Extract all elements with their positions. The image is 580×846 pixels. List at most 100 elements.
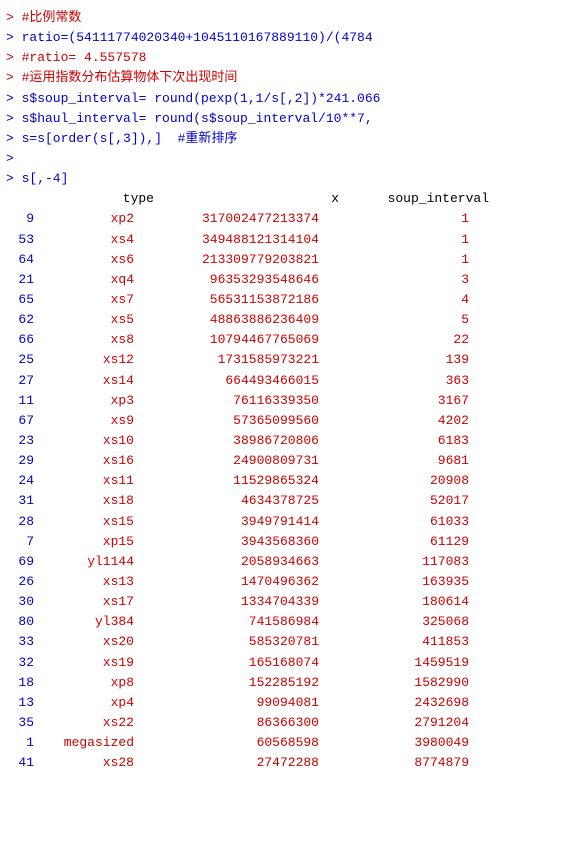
cell-x: 165168074	[134, 653, 319, 673]
cell-x: 56531153872186	[134, 290, 319, 310]
table-row: 69 yl1144 2058934663 117083	[6, 552, 574, 572]
cell-soup: 180614	[319, 592, 469, 612]
cell-soup: 2432698	[319, 693, 469, 713]
cell-type: xs5	[34, 310, 134, 330]
cell-x: 664493466015	[134, 371, 319, 391]
cell-rownum: 28	[6, 512, 34, 532]
cell-type: xq4	[34, 270, 134, 290]
cell-x: 11529865324	[134, 471, 319, 491]
cell-type: xs8	[34, 330, 134, 350]
cell-type: xs20	[34, 632, 134, 652]
cell-rownum: 21	[6, 270, 34, 290]
line-9: > s[,-4]	[6, 169, 574, 189]
cell-soup: 6183	[319, 431, 469, 451]
header-x: x	[154, 189, 339, 209]
cell-x: 213309779203821	[134, 250, 319, 270]
table-row: 7 xp15 3943568360 61129	[6, 532, 574, 552]
cell-x: 1334704339	[134, 592, 319, 612]
table-row: 32 xs19 165168074 1459519	[6, 653, 574, 673]
cell-rownum: 9	[6, 209, 34, 229]
cell-rownum: 66	[6, 330, 34, 350]
table-body: 9 xp2 317002477213374 1 53 xs4 349488121…	[6, 209, 574, 773]
cell-type: xs6	[34, 250, 134, 270]
cell-x: 60568598	[134, 733, 319, 753]
cell-soup: 4202	[319, 411, 469, 431]
cell-x: 741586984	[134, 612, 319, 632]
cell-type: megasized	[34, 733, 134, 753]
header-type: type	[54, 189, 154, 209]
cell-type: xs9	[34, 411, 134, 431]
cell-x: 152285192	[134, 673, 319, 693]
cell-x: 24900809731	[134, 451, 319, 471]
cell-type: xs15	[34, 512, 134, 532]
code-6: > s$haul_interval= round(s$soup_interval…	[6, 111, 373, 126]
cell-type: xp3	[34, 391, 134, 411]
line-1: > #比例常数	[6, 8, 574, 28]
table-row: 64 xs6 213309779203821 1	[6, 250, 574, 270]
table-row: 1 megasized 60568598 3980049	[6, 733, 574, 753]
cell-x: 1470496362	[134, 572, 319, 592]
table-row: 13 xp4 99094081 2432698	[6, 693, 574, 713]
code-block: > #比例常数 > ratio=(54111774020340+10451101…	[6, 8, 574, 189]
comment-4: > #运用指数分布估算物体下次出现时间	[6, 70, 237, 85]
cell-rownum: 26	[6, 572, 34, 592]
line-2: > ratio=(54111774020340+1045110167889110…	[6, 28, 574, 48]
console-area: > #比例常数 > ratio=(54111774020340+10451101…	[0, 0, 580, 781]
cell-soup: 3980049	[319, 733, 469, 753]
line-5: > s$soup_interval= round(pexp(1,1/s[,2])…	[6, 89, 574, 109]
cell-rownum: 33	[6, 632, 34, 652]
line-6: > s$haul_interval= round(s$soup_interval…	[6, 109, 574, 129]
table-row: 23 xs10 38986720806 6183	[6, 431, 574, 451]
cell-rownum: 30	[6, 592, 34, 612]
cell-type: xs11	[34, 471, 134, 491]
cell-x: 4634378725	[134, 491, 319, 511]
cell-x: 317002477213374	[134, 209, 319, 229]
header-rownum	[26, 189, 54, 209]
cell-soup: 1459519	[319, 653, 469, 673]
table-row: 28 xs15 3949791414 61033	[6, 512, 574, 532]
table-row: 65 xs7 56531153872186 4	[6, 290, 574, 310]
cell-rownum: 18	[6, 673, 34, 693]
table-row: 25 xs12 1731585973221 139	[6, 350, 574, 370]
cell-x: 1731585973221	[134, 350, 319, 370]
table-row: 24 xs11 11529865324 20908	[6, 471, 574, 491]
cell-rownum: 23	[6, 431, 34, 451]
cell-soup: 61033	[319, 512, 469, 532]
cell-rownum: 27	[6, 371, 34, 391]
cell-rownum: 41	[6, 753, 34, 773]
cell-type: xs7	[34, 290, 134, 310]
cell-x: 57365099560	[134, 411, 319, 431]
table-row: 18 xp8 152285192 1582990	[6, 673, 574, 693]
cell-soup: 52017	[319, 491, 469, 511]
cell-type: xs4	[34, 230, 134, 250]
cell-soup: 1582990	[319, 673, 469, 693]
cell-soup: 117083	[319, 552, 469, 572]
code-5: > s$soup_interval= round(pexp(1,1/s[,2])…	[6, 91, 380, 106]
cell-soup: 20908	[319, 471, 469, 491]
cell-type: xs16	[34, 451, 134, 471]
blank-line: >	[6, 151, 14, 166]
table-row: 33 xs20 585320781 411853	[6, 632, 574, 652]
table-row: 21 xq4 96353293548646 3	[6, 270, 574, 290]
cell-x: 3949791414	[134, 512, 319, 532]
cell-type: xp2	[34, 209, 134, 229]
cell-rownum: 29	[6, 451, 34, 471]
cell-type: xp8	[34, 673, 134, 693]
comment-1: > #比例常数	[6, 10, 81, 25]
table-row: 26 xs13 1470496362 163935	[6, 572, 574, 592]
code-2: > ratio=(54111774020340+1045110167889110…	[6, 30, 373, 45]
cell-soup: 411853	[319, 632, 469, 652]
cell-soup: 5	[319, 310, 469, 330]
cell-rownum: 35	[6, 713, 34, 733]
code-7: > s=s[order(s[,3]),] #重新排序	[6, 131, 237, 146]
cell-soup: 163935	[319, 572, 469, 592]
table-row: 35 xs22 86366300 2791204	[6, 713, 574, 733]
cell-type: xs18	[34, 491, 134, 511]
table-row: 27 xs14 664493466015 363	[6, 371, 574, 391]
table-row: 30 xs17 1334704339 180614	[6, 592, 574, 612]
cell-soup: 1	[319, 209, 469, 229]
cell-rownum: 31	[6, 491, 34, 511]
cell-rownum: 11	[6, 391, 34, 411]
cell-x: 3943568360	[134, 532, 319, 552]
cell-soup: 325068	[319, 612, 469, 632]
